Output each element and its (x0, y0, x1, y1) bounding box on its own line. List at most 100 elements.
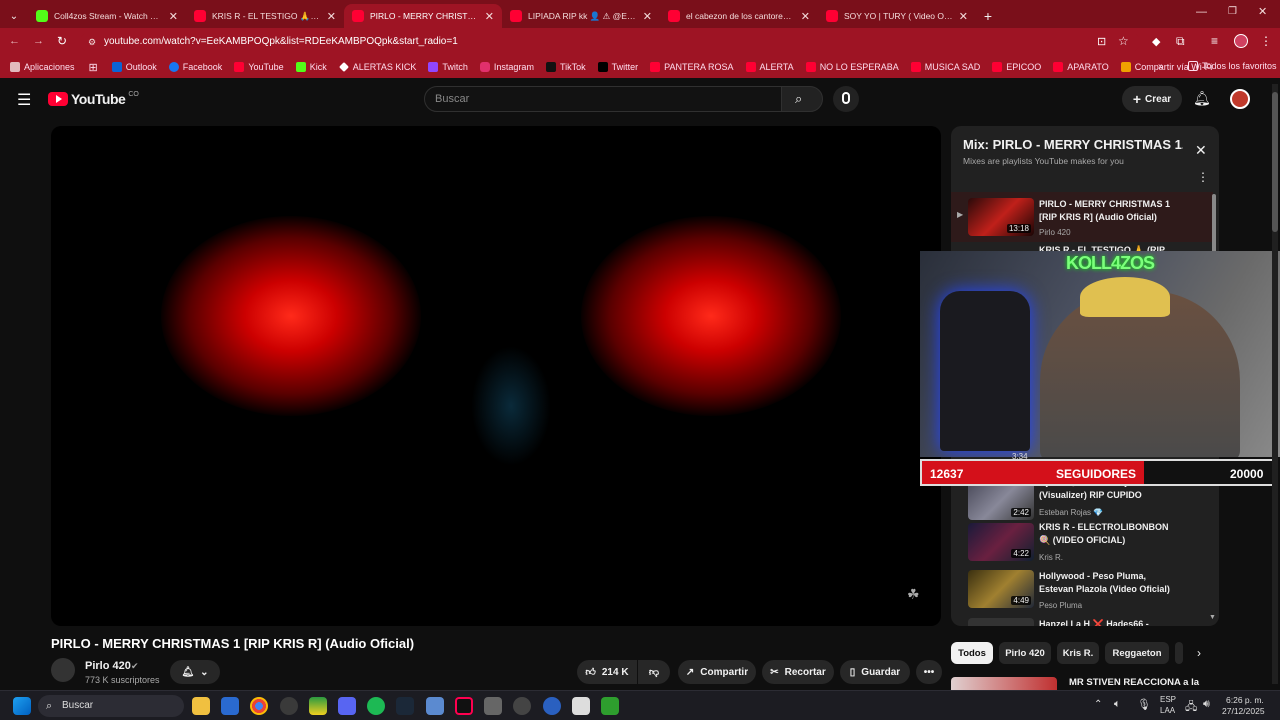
puzzle-icon[interactable]: ⧉ (1176, 34, 1185, 49)
all-bookmarks-folder[interactable]: Todos los favoritos (1188, 61, 1277, 71)
site-info-icon[interactable]: ⚙ (88, 32, 96, 52)
scroll-down-icon[interactable]: ▼ (1209, 614, 1216, 621)
browser-tab-active[interactable]: PIRLO - MERRY CHRISTMAS 1 | ✕ (344, 4, 502, 28)
clip-button[interactable]: ✂ Recortar (762, 660, 834, 684)
video-thumbnail[interactable]: 13:18 (968, 198, 1034, 236)
bookmark-item[interactable]: Facebook (163, 62, 229, 72)
bookmark-item[interactable]: Instagram (474, 62, 540, 72)
chevron-up-icon[interactable]: ⌃ (1094, 699, 1102, 710)
language-indicator[interactable]: ESP (1160, 695, 1176, 704)
save-button[interactable]: ▯ Guardar (840, 660, 910, 684)
chrome-profile-icon[interactable] (280, 697, 298, 715)
channel-name[interactable]: Pirlo 420 (85, 660, 131, 672)
chip-channel[interactable]: Pirlo 420 (999, 642, 1051, 664)
install-app-icon[interactable]: ⊡ (1097, 35, 1106, 48)
taskbar-search[interactable]: ⌕ Buscar (38, 695, 184, 717)
playlist-item[interactable]: Hanzel La H ❌ Hades66 - (951, 618, 1213, 626)
close-icon[interactable]: ✕ (169, 10, 178, 23)
bookmark-item[interactable]: Aplicaciones (4, 62, 81, 72)
video-thumbnail[interactable] (951, 677, 1057, 690)
video-thumbnail[interactable]: 2:42 (968, 482, 1034, 520)
browser-tab[interactable]: SOY YO | TURY ( Video Oficial ) ✕ (818, 4, 976, 28)
bookmark-item[interactable]: APARATO (1047, 62, 1115, 72)
channel-avatar[interactable] (51, 658, 75, 682)
capcut-icon[interactable] (572, 697, 590, 715)
channel-watermark-icon[interactable]: ☘ (907, 586, 920, 603)
close-icon[interactable]: ✕ (959, 10, 968, 23)
playlist-scrollbar[interactable] (1212, 194, 1216, 254)
chip-genre[interactable]: Reggaeton (1105, 642, 1169, 664)
store-icon[interactable] (221, 697, 239, 715)
steam-icon[interactable] (396, 697, 414, 715)
browser-tab[interactable]: Coll4zos Stream - Watch Live o ✕ (28, 4, 186, 28)
windows-start-icon[interactable] (13, 697, 31, 715)
app-icon[interactable] (484, 697, 502, 715)
bookmark-item[interactable]: MUSICA SAD (905, 62, 987, 72)
extension-icon[interactable]: ◆ (1152, 35, 1160, 48)
bookmark-item[interactable]: ALERTAS KICK (333, 62, 423, 72)
close-icon[interactable]: ✕ (327, 10, 336, 23)
app-icon[interactable] (309, 697, 327, 715)
page-scrollbar[interactable] (1272, 84, 1278, 684)
close-icon[interactable]: ✕ (1195, 142, 1207, 159)
network-icon[interactable]: 🖧︎ (1185, 698, 1197, 717)
browser-tab[interactable]: el cabezon de los cantores de c ✕ (660, 4, 818, 28)
close-icon[interactable]: ✕ (801, 10, 810, 23)
app-icon[interactable] (426, 697, 444, 715)
clock-time[interactable]: 6:26 p. m. (1226, 695, 1264, 705)
hamburger-menu-icon[interactable]: ☰ (17, 90, 31, 110)
search-button[interactable]: ⌕ (781, 86, 823, 112)
video-thumbnail[interactable]: 4:22 (968, 523, 1034, 561)
voice-search-button[interactable] (833, 86, 859, 112)
back-icon[interactable]: ← (9, 35, 20, 47)
chrome-icon[interactable] (250, 697, 268, 715)
like-button[interactable]: 👍︎ 214 K (577, 660, 637, 684)
video-thumbnail[interactable] (968, 618, 1034, 626)
minecraft-icon[interactable] (601, 697, 619, 715)
dislike-button[interactable]: 👎︎ (638, 660, 670, 684)
file-explorer-icon[interactable] (192, 697, 210, 715)
subscription-bell-button[interactable]: 🔔︎ ⌄ (170, 660, 220, 684)
recommended-video[interactable]: MR STIVEN REACCIONA a la ⋮ (951, 677, 1213, 690)
tab-search-button[interactable]: ⌄ (0, 4, 28, 28)
bookmark-item[interactable]: Outlook (106, 62, 163, 72)
browser-tab[interactable]: KRIS R - EL TESTIGO 🙏 (RIP PI ✕ (186, 4, 344, 28)
more-actions-button[interactable]: ••• (916, 660, 942, 684)
create-button[interactable]: + Crear (1122, 86, 1182, 112)
bookmark-item[interactable]: Twitch (422, 62, 474, 72)
account-avatar[interactable] (1230, 89, 1250, 109)
forward-icon[interactable]: → (33, 35, 44, 47)
spotify-icon[interactable] (367, 697, 385, 715)
more-vertical-icon[interactable]: ⋮ (1209, 677, 1213, 688)
playlist-item[interactable]: 4:49 Hollywood - Peso Pluma, Estevan Pla… (951, 570, 1213, 616)
minimize-button[interactable]: — (1196, 6, 1207, 18)
chip-all[interactable]: Todos (951, 642, 993, 664)
chevron-right-icon[interactable]: › (1197, 646, 1201, 660)
tab-groups-icon[interactable]: ⊞ (81, 61, 106, 74)
microphone-icon[interactable]: 🎙︎ (1137, 698, 1151, 711)
search-input[interactable]: Buscar (424, 86, 782, 112)
reload-icon[interactable]: ↻ (57, 34, 67, 48)
chip-artist[interactable]: Kris R. (1057, 642, 1099, 664)
more-bookmarks-icon[interactable]: » (1158, 61, 1164, 72)
browser-tab[interactable]: LIPIADA RIP kk 👤 ⚠ @Esteba ✕ (502, 4, 660, 28)
bookmark-item[interactable]: TikTok (540, 62, 592, 72)
close-icon[interactable]: ✕ (485, 10, 494, 23)
playlist-item-current[interactable]: ▶ 13:18 PIRLO - MERRY CHRISTMAS 1 [RIP K… (951, 192, 1213, 242)
tiktok-icon[interactable] (455, 697, 473, 715)
bookmark-item[interactable]: Kick (290, 62, 333, 72)
new-tab-button[interactable]: + (976, 4, 1000, 28)
window-close-button[interactable]: ✕ (1258, 5, 1267, 18)
youtube-logo[interactable]: YouTube CO (48, 91, 139, 107)
browser-menu-icon[interactable]: ⋮ (1260, 34, 1272, 48)
media-icon[interactable]: ≡ (1211, 34, 1218, 48)
bookmark-item[interactable]: Twitter (592, 62, 645, 72)
maximize-button[interactable]: ❐ (1228, 6, 1237, 17)
settings-gear-icon[interactable] (513, 697, 531, 715)
bookmark-item[interactable]: NO LO ESPERABA (800, 62, 905, 72)
address-bar[interactable]: ⚙ youtube.com/watch?v=EeKAMBPOQpk&list=R… (80, 32, 1140, 52)
video-player[interactable]: ☘ (51, 126, 941, 626)
bookmark-item[interactable]: PANTERA ROSA (644, 62, 739, 72)
notifications-bell-icon[interactable]: 🔔︎ (1193, 90, 1211, 107)
playlist-menu-icon[interactable]: ⋮ (1197, 170, 1209, 184)
